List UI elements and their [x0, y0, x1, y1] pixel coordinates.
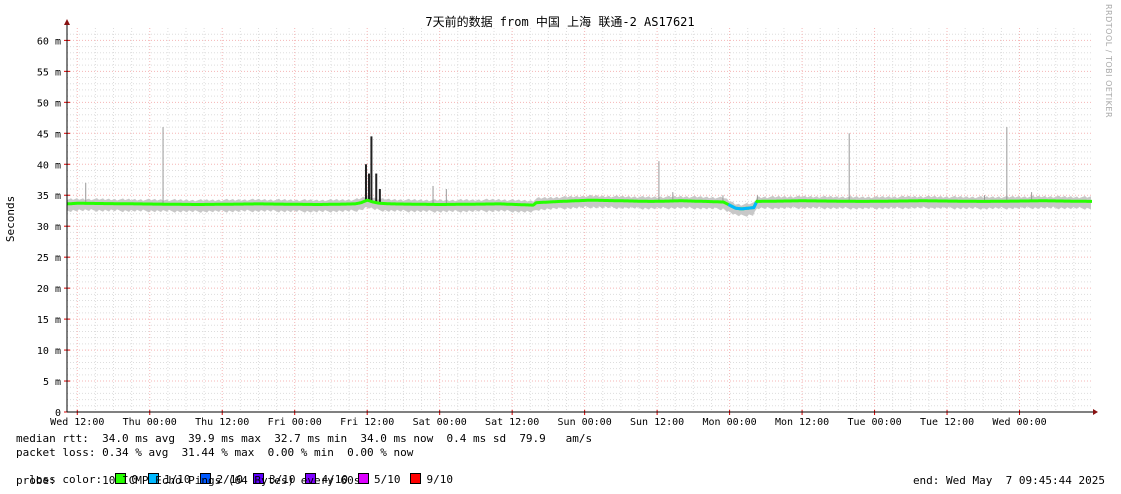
grid-lines: [67, 28, 1092, 412]
y-axis-arrow: [64, 19, 70, 25]
x-tick-label: Sun 12:00: [630, 417, 684, 428]
x-tick-label: Fri 12:00: [340, 417, 394, 428]
x-tick-label: Tue 00:00: [847, 417, 901, 428]
probe-line: probe: 10 ICMP Echo Pings (64 Bytes) eve…: [16, 474, 361, 487]
y-tick-label: 25 m: [37, 253, 61, 264]
latency-chart: 05 m10 m15 m20 m25 m30 m35 m40 m45 m50 m…: [4, 14, 1098, 428]
x-tick-label: Wed 12:00: [50, 417, 104, 428]
y-tick-label: 10 m: [37, 346, 61, 357]
x-axis-arrow: [1093, 409, 1098, 415]
y-tick-label: 30 m: [37, 222, 61, 233]
loss-color-swatch: [410, 473, 422, 484]
x-tick-label: Sun 00:00: [558, 417, 612, 428]
x-tick-label: Thu 12:00: [195, 417, 249, 428]
loss-color-value: 5/10: [373, 473, 401, 486]
median-rtt-line: median rtt: 34.0 ms avg 39.9 ms max 32.7…: [16, 432, 593, 445]
axes: [64, 19, 1098, 415]
x-tick-label: Tue 12:00: [920, 417, 974, 428]
x-tick-label: Mon 12:00: [775, 417, 829, 428]
y-tick-label: 40 m: [37, 160, 61, 171]
y-tick-label: 45 m: [37, 129, 61, 140]
data-series: [66, 127, 1092, 217]
x-tick-label: Fri 00:00: [268, 417, 322, 428]
loss-color-value: 9/10: [426, 473, 453, 486]
x-tick-label: Wed 00:00: [992, 417, 1046, 428]
chart-title: 7天前的数据 from 中国 上海 联通-2 AS17621: [425, 14, 694, 29]
rrdtool-watermark: RRDTOOL / TOBI OETIKER: [1104, 4, 1113, 119]
y-axis-label: Seconds: [4, 196, 17, 242]
y-tick-label: 15 m: [37, 315, 61, 326]
x-tick-label: Mon 00:00: [703, 417, 757, 428]
y-tick-label: 50 m: [37, 98, 61, 109]
y-tick-label: 35 m: [37, 191, 61, 202]
y-tick-label: 60 m: [37, 36, 61, 47]
end-timestamp: end: Wed May 7 09:45:44 2025: [912, 474, 1105, 487]
packet-loss-line: packet loss: 0.34 % avg 31.44 % max 0.00…: [16, 446, 414, 459]
y-tick-label: 20 m: [37, 284, 61, 295]
x-tick-label: Sat 00:00: [413, 417, 467, 428]
loss-color-item: 9/10: [410, 473, 453, 486]
loss-color-item: 5/10: [357, 473, 401, 486]
y-tick-label: 55 m: [37, 67, 61, 78]
x-tick-label: Thu 00:00: [123, 417, 177, 428]
y-tick-label: 5 m: [43, 377, 61, 388]
x-tick-label: Sat 12:00: [485, 417, 539, 428]
